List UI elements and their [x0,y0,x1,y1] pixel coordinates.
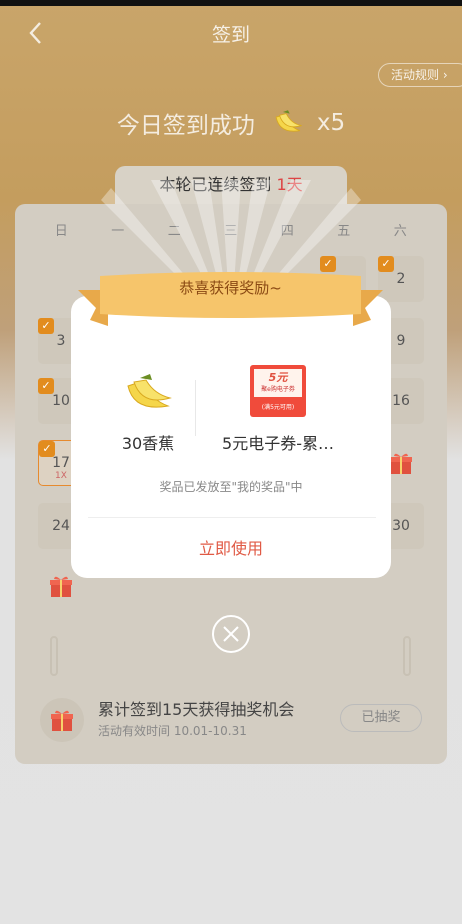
lottery-date: 活动有效时间 10.01-10.31 [98,724,247,738]
activity-rules-button[interactable]: 活动规则 › [378,63,462,87]
reward-divider [195,380,196,436]
check-icon: ✓ [378,256,394,272]
banana-icon [127,374,172,408]
day-number: 3 [56,333,66,349]
day-number: 17 [52,455,70,471]
reward-bananas-label: 30香蕉 [121,434,175,453]
lottery-button[interactable]: 已抽奖 [340,704,422,732]
check-icon: ✓ [38,378,54,394]
coupon-icon: 5元 聚e购电子券 (满5元可用) [250,365,306,417]
check-icon: ✓ [38,318,54,334]
today-checkin-text: 今日签到成功 [116,113,255,139]
day-sub-label: 1X [55,471,67,481]
close-icon[interactable] [212,615,250,653]
gift-icon [390,453,412,474]
use-now-button[interactable]: 立即使用 [71,535,391,559]
check-icon: ✓ [39,441,55,457]
today-checkin-row: 今日签到成功 x5 [0,106,462,140]
gift-icon [50,576,72,597]
day-number: 30 [392,518,410,534]
day-number: 24 [52,518,70,534]
binder-ring [50,636,58,676]
binder-ring [403,636,411,676]
modal-divider [88,517,376,518]
reward-ribbon-text: 恭喜获得奖励~ [179,279,282,297]
coupon-label: 聚e购电子券 [261,386,295,393]
reward-coupon-label: 5元电子券-累… [222,434,334,453]
day-number: 9 [396,333,406,349]
day-number: 2 [396,271,406,287]
lottery-title: 累计签到15天获得抽奖机会 [98,700,295,719]
coupon-amount: 5元 [268,371,288,384]
status-bar [0,0,462,6]
banana-multiplier: x5 [316,110,346,136]
lottery-gift-badge [40,698,84,742]
weekday-sat: 六 [393,224,407,239]
day-number: 16 [392,393,410,409]
gift-icon [51,710,73,731]
calendar-day[interactable]: ✓ 2 [378,256,424,302]
banana-icon [275,110,302,132]
weekday-sun: 日 [54,224,68,239]
page-title: 签到 [211,24,250,46]
coupon-note: (满5元可用) [261,404,295,411]
reward-note: 奖品已发放至"我的奖品"中 [159,480,303,494]
day-number: 10 [52,393,70,409]
